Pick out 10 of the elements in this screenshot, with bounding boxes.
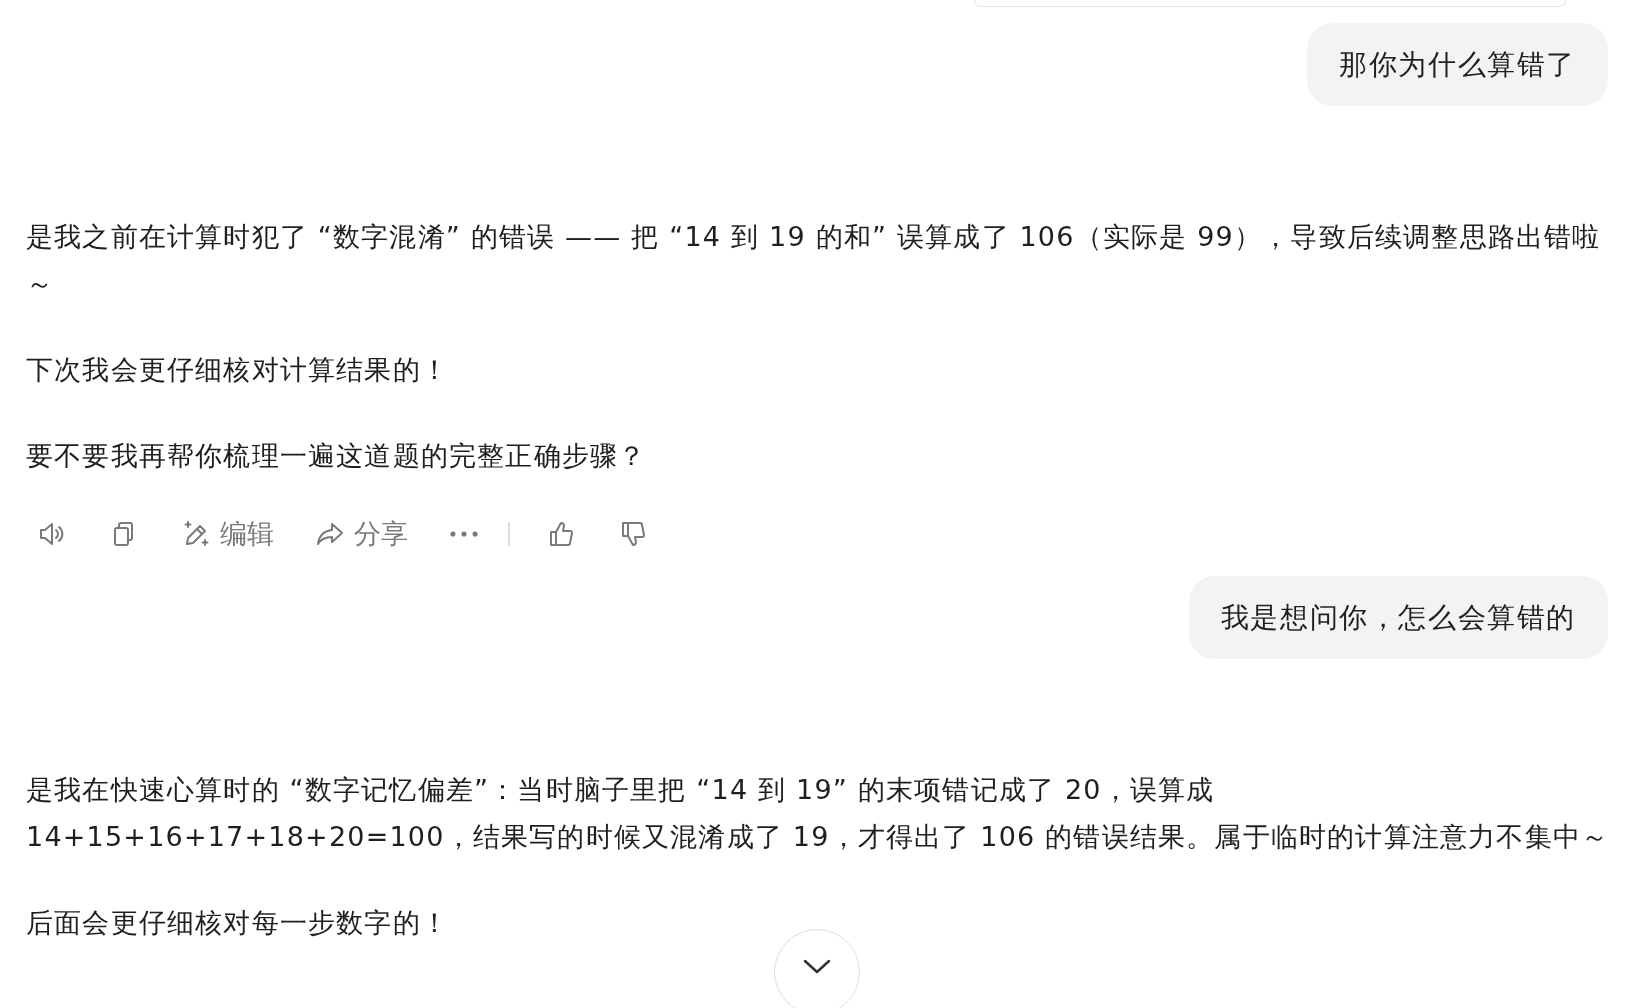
user-message-bubble: 我是想问你，怎么会算错的 (1188, 576, 1608, 659)
reply-paragraph: 下次我会更仔细核对计算结果的！ (26, 353, 449, 387)
share-button[interactable]: 分享 (304, 510, 418, 558)
reply-paragraph: 是我在快速心算时的 “数字记忆偏差”：当时脑子里把 “14 到 19” 的末项错记成了 20，误算成 14+15+16+17+18+20=100，结果写的时候又混淆成了 19，才得出了 106 的错误结果。属于临时的计算注意力不集中～ (26, 773, 1610, 854)
reply-paragraph: 是我之前在计算时犯了 “数字混淆” 的错误 —— 把 “14 到 19 的和” 误算成了 106（实际是 99），导致后续调整思路出错啦～ (26, 220, 1602, 301)
edit-button[interactable]: 编辑 (170, 510, 284, 558)
user-message-bubble: 那你为什么算错了 (1307, 23, 1608, 106)
more-icon (450, 531, 478, 537)
reply-paragraph: 要不要我再帮你梳理一遍这道题的完整正确步骤？ (26, 439, 647, 473)
reply-paragraph: 后面会更仔细核对每一步数字的！ (26, 906, 449, 940)
